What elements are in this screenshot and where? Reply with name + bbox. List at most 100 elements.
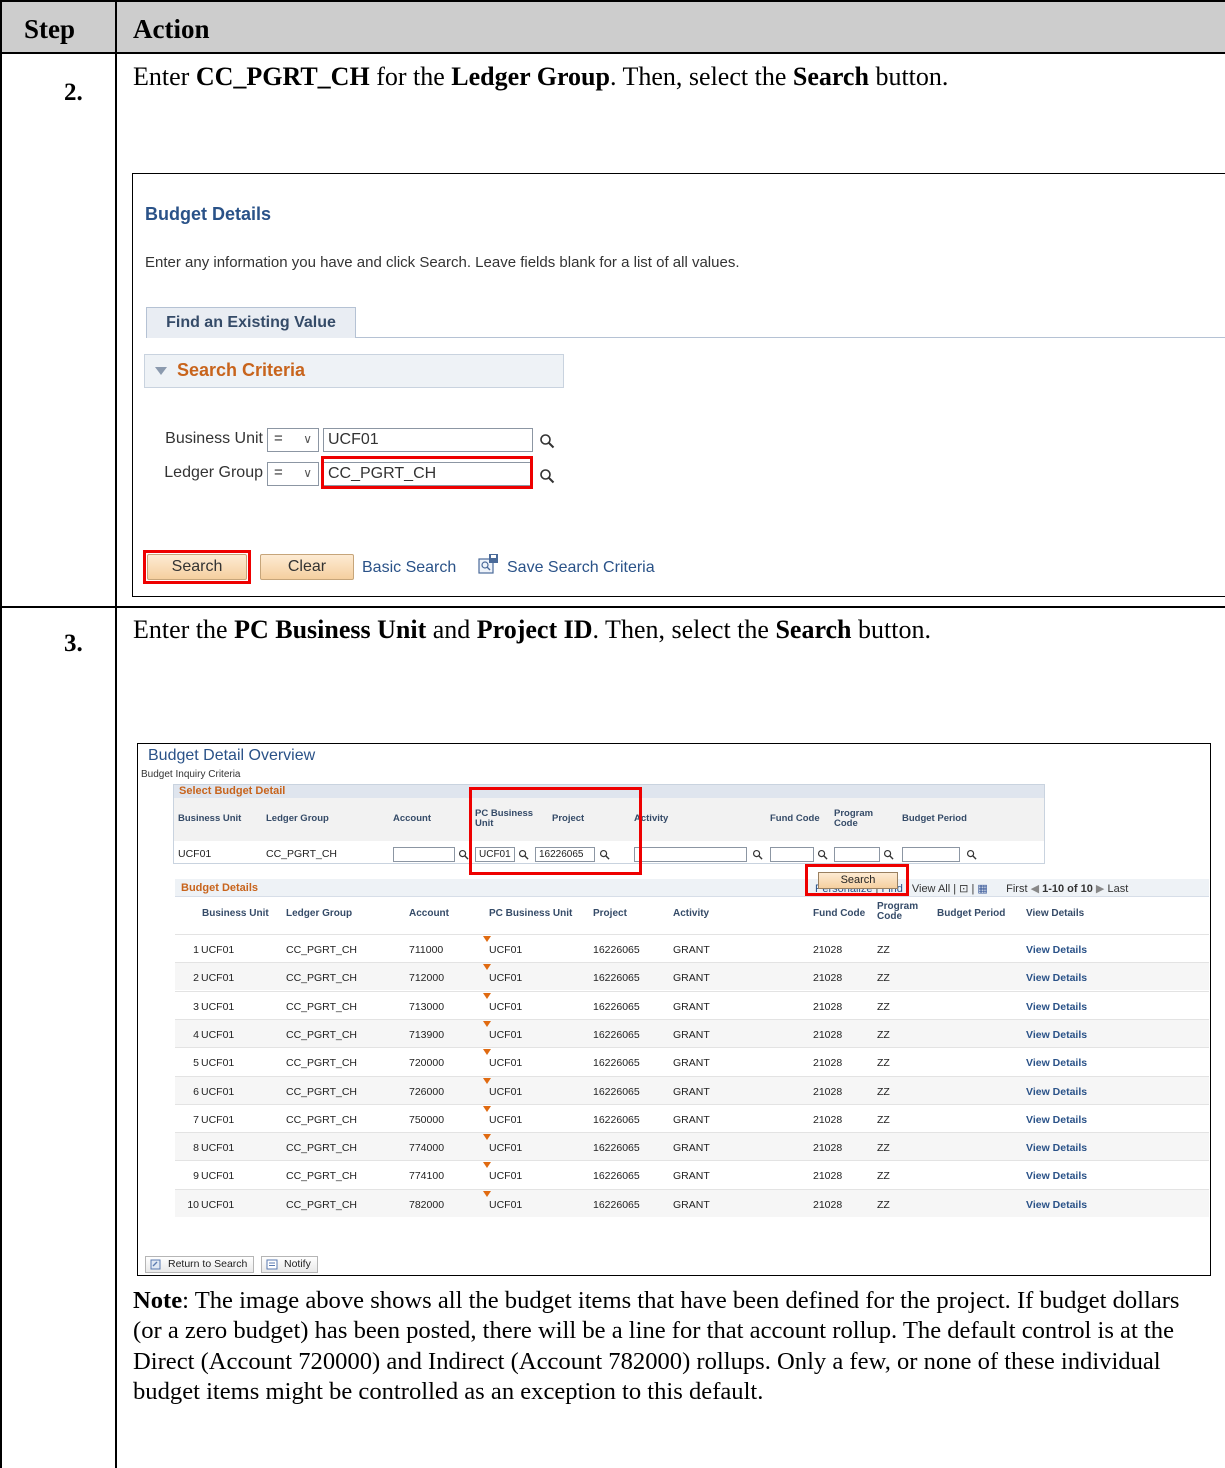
table-cell: ZZ (877, 944, 890, 956)
last-link[interactable]: Last (1107, 883, 1128, 895)
return-search-icon (150, 1259, 161, 1270)
activity-input[interactable] (634, 847, 747, 862)
instruction-run: for the (369, 62, 452, 91)
table-cell: 1 (193, 944, 199, 956)
collapse-triangle-icon (155, 367, 167, 375)
program-code-input[interactable] (834, 847, 880, 862)
table-cell: UCF01 (201, 1057, 235, 1070)
table-cell: UCF01 (489, 1113, 523, 1126)
table-cell: CC_PGRT_CH (286, 1170, 357, 1183)
notify-button[interactable]: Notify (261, 1256, 318, 1273)
view-details-link[interactable]: View Details (1026, 1029, 1087, 1041)
lookup-search-icon[interactable] (883, 849, 894, 860)
page-title: Budget Detail Overview (148, 747, 316, 764)
lookup-search-icon[interactable] (817, 849, 828, 860)
table-cell: ZZ (877, 1000, 890, 1013)
table-cell: UCF01 (201, 1142, 235, 1155)
table-row: 8 UCF01 CC_PGRT_CH 774000 UCF01 16226065 GRANT… (175, 1132, 1209, 1161)
table-cell: 6 (193, 1085, 199, 1098)
view-details-link[interactable]: View Details (1026, 1199, 1087, 1211)
business-unit-value: UCF01 (178, 848, 212, 860)
table-cell: UCF01 (201, 972, 235, 985)
view-details-link[interactable]: View Details (1026, 1057, 1087, 1069)
instruction-run: Enter (133, 62, 196, 91)
table-border-left (0, 0, 2, 1468)
note-paragraph: Note: The image above shows all the budg… (133, 1286, 1203, 1408)
highlight-box (469, 787, 642, 875)
table-cell: 711000 (409, 944, 444, 956)
business-unit-operator-select[interactable]: = ∨ (267, 428, 319, 452)
view-all-link[interactable]: View All (912, 883, 950, 895)
view-details-link[interactable]: View Details (1026, 1142, 1087, 1154)
table-cell: 782000 (409, 1198, 445, 1211)
instruction-run: button. (851, 615, 931, 644)
table-cell: CC_PGRT_CH (286, 944, 357, 956)
view-details-link[interactable]: View Details (1026, 944, 1087, 956)
first-link[interactable]: First (1006, 883, 1027, 895)
save-search-icon[interactable] (477, 553, 499, 575)
grid-column-header: PC Business Unit (489, 908, 573, 919)
change-flag-icon (483, 1190, 491, 1197)
table-cell: UCF01 (489, 972, 523, 985)
save-search-criteria-link[interactable]: Save Search Criteria (507, 559, 655, 577)
search-criteria-header[interactable]: Search Criteria (144, 354, 564, 388)
view-details-link[interactable]: View Details (1026, 1001, 1087, 1013)
lookup-search-icon[interactable] (966, 849, 977, 860)
ledger-group-operator-select[interactable]: = ∨ (267, 462, 319, 486)
return-to-search-button[interactable]: Return to Search (145, 1256, 255, 1273)
table-cell: UCF01 (201, 1085, 235, 1098)
select-column-header: Fund Code (770, 813, 820, 824)
select-column-header: Program Code (834, 808, 874, 829)
table-cell: 3 (193, 1000, 199, 1013)
table-cell: UCF01 (489, 1028, 523, 1041)
lookup-search-icon[interactable] (539, 468, 555, 484)
operator-value: = (274, 464, 283, 481)
grid-column-header: Account (409, 908, 449, 919)
table-cell: 774100 (409, 1170, 445, 1183)
download-icon[interactable]: ▦ (977, 883, 987, 895)
lookup-search-icon[interactable] (539, 433, 555, 449)
budget-period-input[interactable] (902, 847, 960, 862)
table-cell: CC_PGRT_CH (286, 1198, 357, 1211)
instruction-run: Search (792, 62, 869, 91)
table-cell: 21028 (813, 972, 843, 985)
instruction-run: CC_PGRT_CH (195, 62, 370, 91)
table-column-divider (115, 0, 117, 1468)
business-unit-input[interactable]: UCF01 (323, 428, 533, 452)
account-input[interactable] (393, 847, 455, 862)
view-details-link[interactable]: View Details (1026, 1114, 1087, 1126)
table-cell: 750000 (409, 1113, 445, 1126)
select-column-header: Activity (634, 813, 669, 824)
basic-search-link[interactable]: Basic Search (362, 559, 456, 577)
note-text: : The image above shows all the budget i… (133, 1287, 1180, 1406)
fund-code-input[interactable] (770, 847, 814, 862)
table-cell: UCF01 (489, 1142, 523, 1155)
tab-underline (355, 337, 1225, 338)
lookup-search-icon[interactable] (458, 849, 469, 860)
table-cell: 16226065 (593, 1142, 640, 1155)
instruction-run: . Then, select the (609, 62, 793, 91)
table-cell: 16226065 (593, 1170, 640, 1183)
change-flag-icon (483, 1020, 491, 1027)
highlight-box (143, 550, 251, 584)
change-flag-icon (483, 936, 491, 942)
view-details-link[interactable]: View Details (1026, 1086, 1087, 1098)
clear-button[interactable]: Clear (260, 554, 354, 580)
table-cell: 5 (193, 1057, 199, 1070)
table-cell: UCF01 (201, 1170, 235, 1183)
highlight-box (805, 864, 909, 896)
next-arrow-icon[interactable]: ▶ (1096, 883, 1104, 895)
table-cell: GRANT (673, 1057, 710, 1070)
instruction-run: . Then, select the (592, 615, 776, 644)
grid-column-header: Project (593, 908, 627, 919)
select-column-header: Budget Period (902, 813, 967, 824)
table-cell: GRANT (673, 1198, 710, 1211)
lookup-search-icon[interactable] (752, 849, 763, 860)
zoom-icon[interactable]: ⊡ (959, 883, 968, 895)
view-details-link[interactable]: View Details (1026, 1170, 1087, 1182)
prev-arrow-icon[interactable]: ◀ (1031, 883, 1039, 895)
select-column-header: Account (393, 813, 431, 824)
tab-find-existing-value[interactable]: Find an Existing Value (146, 307, 356, 338)
view-details-link[interactable]: View Details (1026, 972, 1087, 984)
highlight-box (321, 456, 533, 489)
